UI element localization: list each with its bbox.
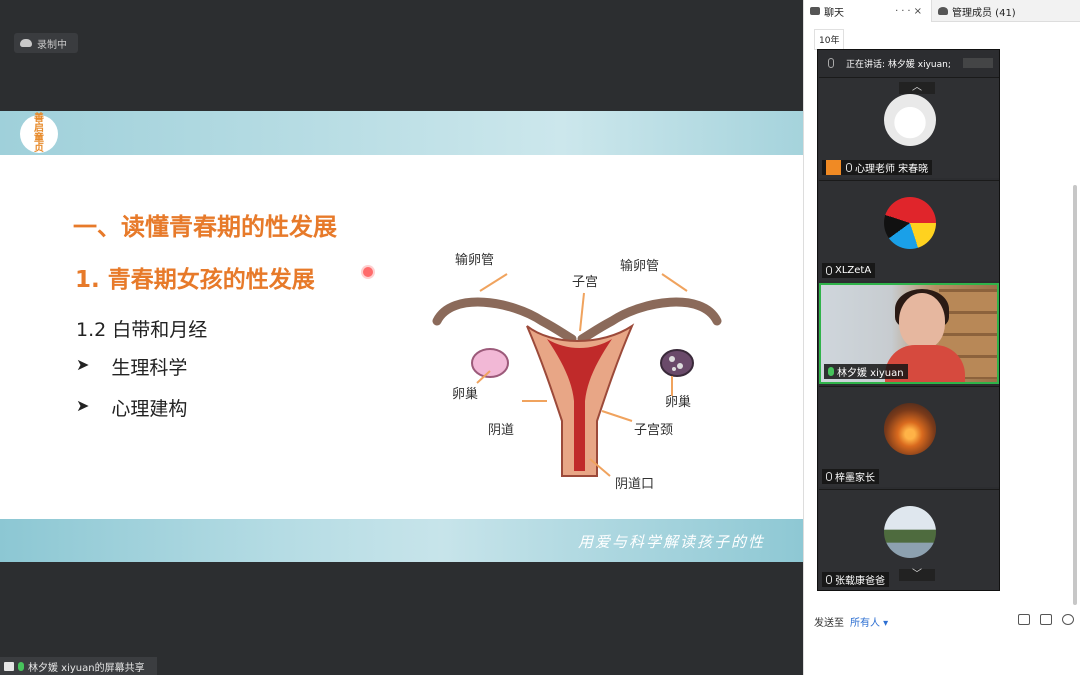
participant-name-tag: 林夕媛 xiyuan <box>824 364 908 379</box>
screen-share-label: 林夕媛 xiyuan的屏幕共享 <box>28 662 145 674</box>
avatar <box>884 94 936 146</box>
microphone-muted-icon <box>828 58 834 68</box>
label-ovary-right: 卵巢 <box>665 395 692 410</box>
shared-screen-area: 录制中 善启 童贞 一、读懂青春期的性发展 1. 青春期女孩的性发展 1.2 白… <box>0 0 803 675</box>
slide-heading-1: 一、读懂青春期的性发展 <box>73 213 337 241</box>
label-vaginal-opening: 阴道口 <box>615 477 655 492</box>
panel-tabs: 聊天 ···× 管理成员 (41) <box>804 0 1080 22</box>
chat-scrollbar[interactable] <box>1073 185 1077 605</box>
brand-logo: 善启 童贞 <box>20 114 58 154</box>
slide-header-banner: 善启 童贞 <box>0 111 803 155</box>
layout-icon[interactable] <box>963 58 993 68</box>
bullet-item: ➤ 生理科学 <box>76 353 187 380</box>
participant-name-tag: 梓墨家长 <box>822 469 879 484</box>
slide-slogan: 用爱与科学解读孩子的性 <box>577 533 765 551</box>
label-tube-right: 输卵管 <box>620 259 660 274</box>
microphone-muted-icon <box>826 266 832 275</box>
tab-chat[interactable]: 聊天 ···× <box>804 0 932 22</box>
tab-controls[interactable]: ···× <box>895 6 925 17</box>
avatar <box>884 403 936 455</box>
label-cervix: 子宫颈 <box>634 423 674 438</box>
label-ovary-left: 卵巢 <box>452 387 479 402</box>
slide-footer-banner: 用爱与科学解读孩子的性 <box>0 519 803 562</box>
host-icon <box>826 160 841 175</box>
folder-icon[interactable] <box>1018 614 1030 625</box>
chat-message: 10年 <box>814 29 845 50</box>
chat-toolbar <box>1018 614 1074 625</box>
laser-pointer <box>363 267 373 277</box>
bullet-item: ➤ 心理建构 <box>76 394 187 421</box>
cloud-icon <box>20 39 32 47</box>
avatar <box>884 197 936 249</box>
participant-tile[interactable]: 梓墨家长 <box>819 386 999 487</box>
label-vagina: 阴道 <box>488 423 515 438</box>
microphone-on-icon <box>828 367 834 376</box>
participant-name-tag: 张载康爸爸 <box>822 572 889 587</box>
microphone-muted-icon <box>846 163 852 172</box>
microphone-muted-icon <box>826 472 832 481</box>
presentation-slide: 善启 童贞 一、读懂青春期的性发展 1. 青春期女孩的性发展 1.2 白带和月经… <box>0 111 803 562</box>
screen-share-indicator[interactable]: 林夕媛 xiyuan的屏幕共享 <box>0 657 157 675</box>
microphone-muted-icon <box>826 575 832 584</box>
screen-share-icon <box>4 661 14 671</box>
members-icon <box>938 7 948 15</box>
participant-tile[interactable]: ﹀ 张载康爸爸 <box>819 489 999 590</box>
user-icon[interactable] <box>1062 614 1074 625</box>
participant-tile-active[interactable]: 林夕媛 xiyuan <box>819 283 999 384</box>
tab-members[interactable]: 管理成员 (41) <box>932 0 1016 22</box>
arrow-bullet-icon: ➤ <box>76 355 90 374</box>
uterus-diagram: 输卵管 输卵管 子宫 卵巢 卵巢 阴道 子宫颈 阴道口 <box>422 251 732 492</box>
speaking-label: 正在讲话: 林夕媛 xiyuan; <box>846 59 951 70</box>
scroll-up-button[interactable]: ︿ <box>899 82 935 94</box>
bullet-text: 生理科学 <box>111 357 188 379</box>
microphone-icon <box>18 661 24 671</box>
scroll-down-button[interactable]: ﹀ <box>899 569 935 581</box>
send-to-select[interactable]: 所有人 ▾ <box>850 614 888 629</box>
participant-tile[interactable]: XLZetA <box>819 180 999 281</box>
arrow-bullet-icon: ➤ <box>76 396 90 415</box>
participant-name-tag: XLZetA <box>822 263 876 278</box>
send-to-row: 发送至 所有人 ▾ <box>814 614 888 629</box>
send-to-label: 发送至 <box>814 618 844 629</box>
bullet-text: 心理建构 <box>111 398 188 420</box>
chat-icon <box>810 7 820 15</box>
video-gallery: 正在讲话: 林夕媛 xiyuan; ︿ 心理老师 宋春晓 XLZetA 林夕媛 … <box>817 49 1000 591</box>
participant-tile[interactable]: ︿ 心理老师 宋春晓 <box>819 77 999 178</box>
recording-badge[interactable]: 录制中 <box>14 33 78 53</box>
label-uterus: 子宫 <box>572 275 599 290</box>
speaking-indicator: 正在讲话: 林夕媛 xiyuan; <box>818 50 999 76</box>
recording-label: 录制中 <box>37 39 67 51</box>
screenshot-icon[interactable] <box>1040 614 1052 625</box>
label-tube-left: 输卵管 <box>455 253 495 268</box>
slide-heading-2: 1. 青春期女孩的性发展 <box>75 267 315 293</box>
avatar <box>884 506 936 558</box>
slide-subheading: 1.2 白带和月经 <box>76 319 208 341</box>
participant-name-tag: 心理老师 宋春晓 <box>822 160 933 175</box>
